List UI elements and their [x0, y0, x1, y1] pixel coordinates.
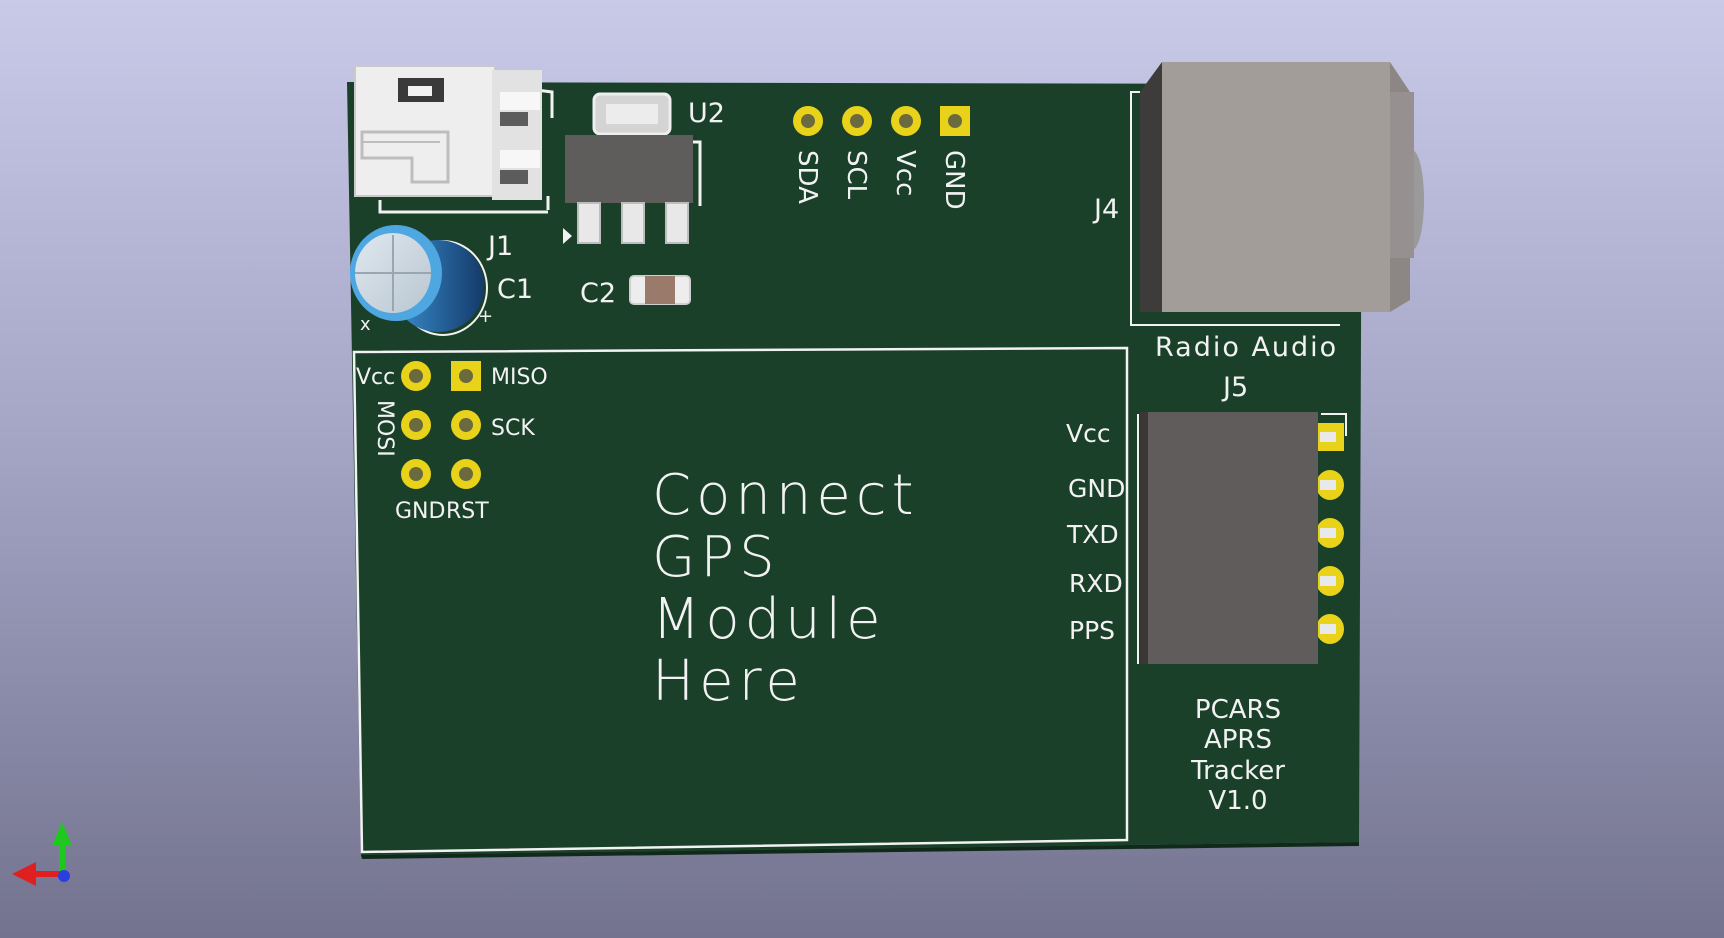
gps-pin-label-gnd: GND [1068, 474, 1125, 503]
jack-label: Radio Audio [1155, 332, 1338, 363]
axes-gizmo-icon [12, 822, 72, 886]
c2-capacitor[interactable] [629, 275, 691, 305]
isp-label-vcc: Vcc [356, 365, 395, 390]
j5-gps-header[interactable] [1137, 412, 1347, 664]
i2c-label-sda: SDA [792, 150, 822, 204]
isp-label-miso: MISO [491, 365, 548, 390]
gps-pin-label-vcc: Vcc [1066, 419, 1111, 448]
j1-label: J1 [486, 231, 513, 262]
svg-text:+: + [478, 306, 493, 327]
isp-label-sck: SCK [491, 416, 535, 441]
u2-label: U2 [688, 98, 725, 129]
j1-connector[interactable] [354, 65, 554, 214]
gps-pin-label-rxd: RXD [1069, 569, 1123, 598]
isp-label-gnd: GND [395, 499, 445, 524]
c2-label: C2 [580, 278, 616, 309]
i2c-label-vcc: Vcc [890, 150, 920, 196]
3d-viewer-canvas[interactable]: J1 + x C1 U2 C2 SDA SCL Vcc GND J4 Radio… [0, 0, 1724, 938]
isp-label-mosi: MOSI [372, 400, 397, 457]
j5-label: J5 [1221, 372, 1248, 403]
j4-audio-jack[interactable] [1130, 62, 1424, 326]
board-title-line2: APRS [1204, 725, 1272, 755]
gps-text-connect: Connect [652, 463, 919, 528]
i2c-label-gnd: GND [939, 150, 969, 210]
c1-label: C1 [497, 274, 533, 305]
gps-text-module: Module [652, 587, 886, 652]
isp-label-rst: RST [446, 499, 489, 524]
gps-text-gps: GPS [652, 525, 780, 590]
gps-pin-label-pps: PPS [1069, 616, 1115, 645]
board-title-line3: Tracker [1190, 756, 1285, 786]
j4-label: J4 [1092, 194, 1119, 225]
svg-text:x: x [360, 314, 371, 335]
gps-text-here: Here [652, 649, 805, 714]
board-title-line4: V1.0 [1208, 786, 1267, 816]
gps-pin-label-txd: TXD [1066, 520, 1119, 549]
board-title-line1: PCARS [1195, 695, 1281, 725]
i2c-label-scl: SCL [841, 150, 871, 200]
